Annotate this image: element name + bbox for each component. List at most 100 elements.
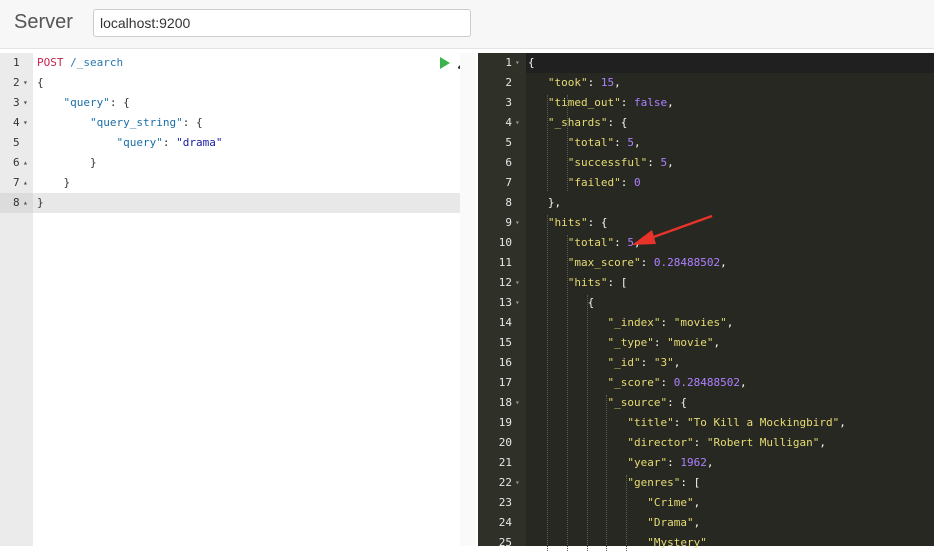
response-code-line[interactable]: "total": 5, bbox=[528, 133, 641, 153]
fold-toggle-icon[interactable]: ▴ bbox=[23, 193, 28, 213]
line-number-text: 3 bbox=[13, 96, 20, 109]
response-code-line[interactable]: "_id": "3", bbox=[528, 353, 680, 373]
fold-toggle-icon[interactable]: ▾ bbox=[23, 93, 28, 113]
server-url-input[interactable] bbox=[93, 9, 471, 37]
line-number-text: 18 bbox=[498, 396, 512, 409]
line-number-text: 5 bbox=[505, 136, 512, 149]
code-token: , bbox=[614, 76, 621, 89]
code-token: : { bbox=[109, 96, 130, 109]
fold-toggle-icon[interactable]: ▾ bbox=[515, 393, 520, 413]
fold-toggle-icon[interactable]: ▾ bbox=[23, 113, 28, 133]
response-code-line[interactable]: "took": 15, bbox=[528, 73, 621, 93]
response-code-line[interactable]: "_shards": { bbox=[528, 113, 627, 133]
play-icon[interactable] bbox=[437, 56, 451, 70]
response-code-line[interactable]: "_source": { bbox=[528, 393, 686, 413]
fold-toggle-icon[interactable]: ▾ bbox=[515, 213, 520, 233]
response-line-number: 17 bbox=[478, 373, 526, 393]
response-code-line[interactable]: { bbox=[528, 293, 595, 313]
response-code-line[interactable]: { bbox=[528, 53, 535, 73]
response-code-line[interactable]: "genres": [ bbox=[528, 473, 700, 493]
code-token: "hits" bbox=[547, 216, 588, 229]
response-code-line[interactable]: "_index": "movies", bbox=[528, 313, 733, 333]
response-line-number: 5 bbox=[478, 133, 526, 153]
code-token: : bbox=[614, 236, 628, 249]
code-token: "query" bbox=[116, 136, 163, 149]
code-token: "query" bbox=[63, 96, 110, 109]
request-code-line[interactable]: POST /_search bbox=[37, 53, 123, 73]
fold-toggle-icon[interactable]: ▾ bbox=[515, 293, 520, 313]
request-code-line[interactable]: "query": { bbox=[37, 93, 130, 113]
response-line-number: 21 bbox=[478, 453, 526, 473]
code-token: 5 bbox=[627, 136, 634, 149]
code-token: , bbox=[720, 256, 727, 269]
fold-toggle-icon[interactable]: ▾ bbox=[515, 473, 520, 493]
response-code-line[interactable]: "successful": 5, bbox=[528, 153, 674, 173]
response-viewer[interactable]: 1 ▾{2 "took": 15, 3 "timed_out": false, 4 ▾ … bbox=[478, 53, 934, 551]
code-token: "drama" bbox=[176, 136, 223, 149]
response-code-line[interactable]: "max_score": 0.28488502, bbox=[528, 253, 727, 273]
code-token: "failed" bbox=[567, 176, 621, 189]
line-number-text: 17 bbox=[498, 376, 512, 389]
code-token: , bbox=[739, 376, 747, 389]
code-token: , bbox=[693, 496, 701, 509]
request-code-line[interactable]: "query": "drama" bbox=[37, 133, 222, 153]
request-line-number: 8 ▴ bbox=[0, 193, 33, 213]
line-number-text: 20 bbox=[498, 436, 512, 449]
code-token: "hits" bbox=[567, 276, 608, 289]
request-code-line[interactable]: { bbox=[37, 73, 44, 93]
line-number-text: 2 bbox=[13, 76, 20, 89]
response-code-line[interactable]: "Drama", bbox=[528, 513, 700, 533]
response-line-number: 16 bbox=[478, 353, 526, 373]
response-code-line[interactable]: "hits": [ bbox=[528, 273, 628, 293]
response-line-number: 8 bbox=[478, 193, 526, 213]
response-code-line[interactable]: "Mystery" bbox=[528, 533, 707, 553]
response-line-number: 23 bbox=[478, 493, 526, 513]
response-code-line[interactable]: "failed": 0 bbox=[528, 173, 641, 193]
code-token: : [ bbox=[680, 476, 701, 489]
code-token: /_search bbox=[63, 56, 124, 69]
fold-toggle-icon[interactable]: ▴ bbox=[23, 173, 28, 193]
fold-toggle-icon[interactable]: ▴ bbox=[23, 153, 28, 173]
code-token: "movie" bbox=[667, 336, 714, 349]
fold-toggle-icon[interactable]: ▾ bbox=[23, 73, 28, 93]
response-line-number: 22 ▾ bbox=[478, 473, 526, 493]
response-code-line[interactable]: }, bbox=[528, 193, 561, 213]
fold-toggle-icon[interactable]: ▾ bbox=[515, 53, 520, 73]
code-token: POST bbox=[37, 56, 64, 69]
line-number-text: 6 bbox=[505, 156, 512, 169]
response-code-line[interactable]: "director": "Robert Mulligan", bbox=[528, 433, 826, 453]
fold-toggle-icon[interactable]: ▾ bbox=[515, 113, 520, 133]
code-token: "Mystery" bbox=[647, 536, 707, 549]
response-code-line[interactable]: "title": "To Kill a Mockingbird", bbox=[528, 413, 846, 433]
request-code-line[interactable]: } bbox=[37, 193, 44, 213]
code-token: : bbox=[640, 356, 654, 369]
response-code-line[interactable]: "timed_out": false, bbox=[528, 93, 674, 113]
response-code-line[interactable]: "_type": "movie", bbox=[528, 333, 720, 353]
line-number-text: 1 bbox=[13, 56, 20, 69]
code-token: } bbox=[37, 176, 71, 189]
request-editor[interactable]: 1 POST /_search 2 ▾{3 ▾ "query": {4 ▾ "query_… bbox=[0, 53, 476, 546]
request-code-line[interactable]: "query_string": { bbox=[37, 113, 203, 133]
request-code-line[interactable]: } bbox=[37, 173, 70, 193]
code-token: , bbox=[667, 96, 674, 109]
response-active-line bbox=[526, 53, 934, 73]
response-code-line[interactable]: "Crime", bbox=[528, 493, 700, 513]
response-code-line[interactable]: "hits": { bbox=[528, 213, 608, 233]
response-code-line[interactable]: "_score": 0.28488502, bbox=[528, 373, 747, 393]
line-number-text: 9 bbox=[505, 216, 512, 229]
response-line-number: 25 bbox=[478, 533, 526, 553]
request-code-line[interactable]: } bbox=[37, 153, 97, 173]
response-code-line[interactable]: "total": 5, bbox=[528, 233, 641, 253]
code-token: "total" bbox=[567, 236, 615, 249]
response-code-line[interactable]: "year": 1962, bbox=[528, 453, 713, 473]
fold-toggle-icon[interactable]: ▾ bbox=[515, 273, 520, 293]
code-token: } bbox=[37, 196, 44, 209]
request-scroll-track[interactable] bbox=[460, 53, 476, 546]
